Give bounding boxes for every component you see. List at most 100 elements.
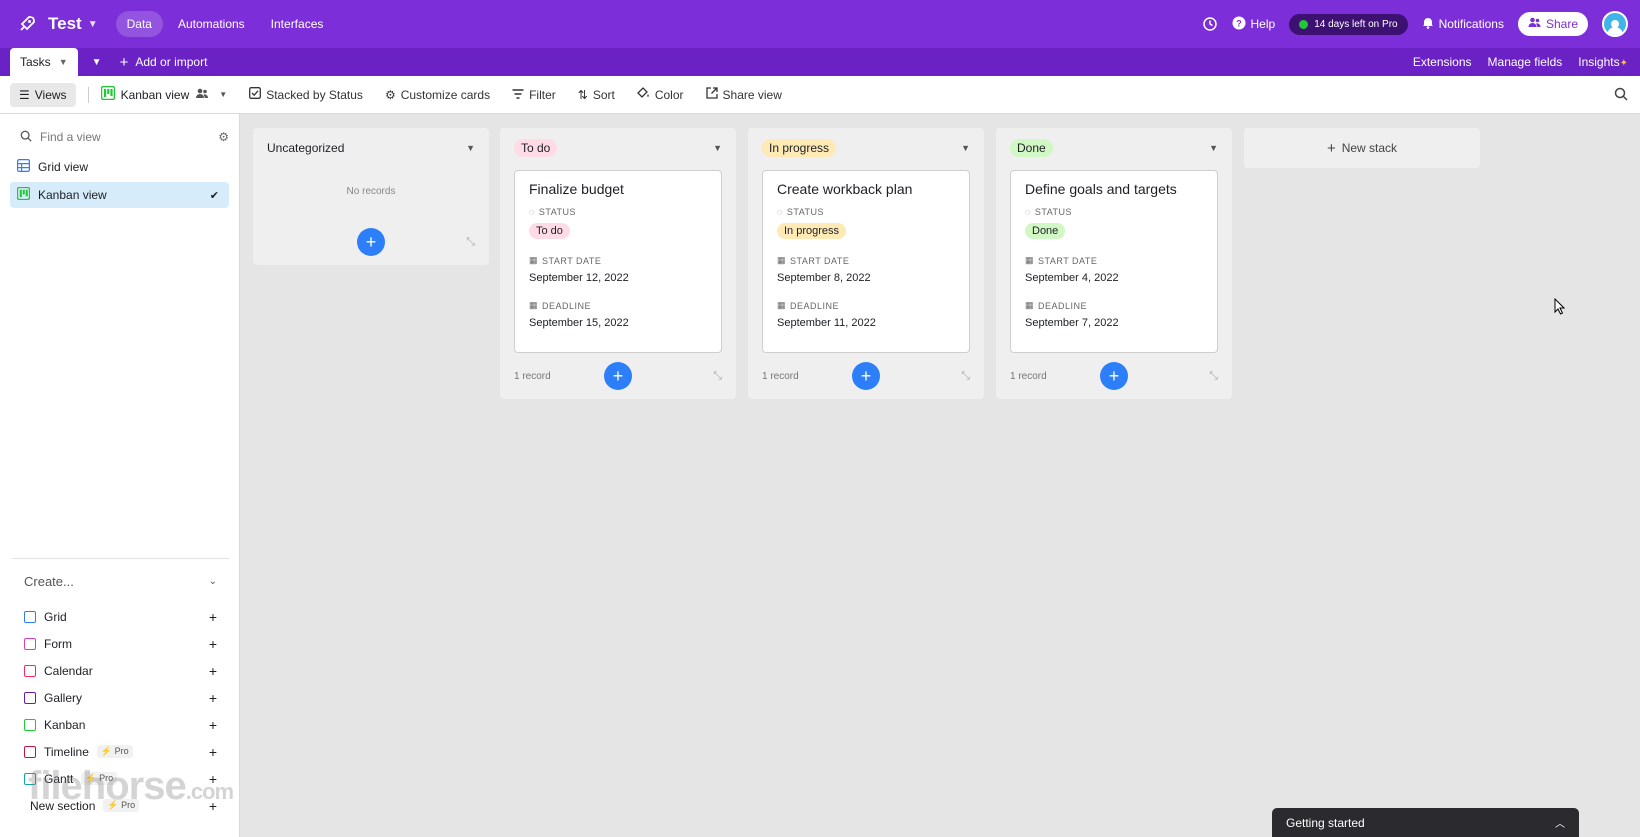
find-view-input[interactable]: Find a view ⚙ [20, 122, 229, 152]
base-name[interactable]: Test [48, 14, 82, 34]
stack-uncategorized: Uncategorized ▼ No records + ⤡ [253, 128, 489, 265]
add-record-button[interactable]: + [1100, 362, 1128, 390]
chevron-down-icon[interactable]: ▼ [88, 19, 98, 30]
collapse-icon[interactable]: ⤡ [466, 236, 475, 249]
trial-badge[interactable]: 14 days left on Pro [1289, 13, 1408, 35]
create-calendar[interactable]: Calendar + [12, 657, 229, 684]
status-badge: Done [1010, 139, 1053, 157]
record-card[interactable]: Define goals and targets ◌ STATUS Done ▦ S… [1010, 170, 1218, 353]
create-header[interactable]: Create... ⌄ [12, 559, 229, 603]
chevron-down-icon[interactable]: ⌄ [209, 576, 217, 587]
add-record-button[interactable]: + [357, 228, 385, 256]
add-or-import-button[interactable]: + Add or import [120, 48, 208, 76]
kanban-icon [100, 85, 115, 103]
empty-state: No records [346, 186, 396, 197]
extensions-button[interactable]: Extensions [1413, 55, 1472, 69]
plus-icon: + [1326, 139, 1336, 157]
create-form[interactable]: Form + [12, 630, 229, 657]
stacked-by-button[interactable]: Stacked by Status [249, 87, 363, 102]
collapse-icon[interactable]: ⤡ [1209, 370, 1218, 383]
chevron-down-icon[interactable]: ▼ [219, 90, 227, 99]
plus-icon[interactable]: + [209, 636, 217, 652]
caret-down-icon[interactable]: ▼ [713, 143, 722, 153]
plus-icon[interactable]: + [209, 690, 217, 706]
share-view-button[interactable]: Share view [705, 87, 782, 102]
share-out-icon [705, 87, 718, 102]
help-button[interactable]: ? Help [1232, 16, 1275, 33]
current-view-button[interactable]: Kanban view ▼ [100, 85, 227, 103]
record-card[interactable]: Create workback plan ◌ STATUS In progress… [762, 170, 970, 353]
caret-down-icon[interactable]: ▼ [1209, 143, 1218, 153]
plus-icon[interactable]: + [209, 717, 217, 733]
create-timeline[interactable]: Timeline ⚡ Pro + [12, 738, 229, 765]
color-button[interactable]: Color [636, 87, 684, 102]
chevron-up-icon[interactable]: ︿ [1555, 815, 1565, 830]
filehorse-watermark: filehorse.com [28, 764, 234, 809]
views-button[interactable]: ☰ Views [10, 82, 76, 107]
stack-footer: 1 record + ⤡ [500, 353, 736, 399]
insights-button[interactable]: Insights✦ [1578, 55, 1628, 69]
sparkle-icon: ✦ [1619, 58, 1628, 69]
create-item-label: Gallery [44, 690, 83, 705]
getting-started-label: Getting started [1286, 815, 1365, 830]
create-item-label: Kanban [44, 717, 86, 732]
rocket-logo-icon[interactable] [16, 13, 38, 35]
sort-button[interactable]: ⇅ Sort [578, 88, 615, 102]
nav-data[interactable]: Data [115, 11, 163, 37]
top-bar: Test ▼ Data Automations Interfaces ? Hel… [0, 0, 1640, 48]
chevron-down-icon[interactable]: ▼ [59, 57, 68, 67]
collapse-icon[interactable]: ⤡ [961, 370, 970, 383]
customize-cards-label: Customize cards [400, 87, 491, 102]
record-card[interactable]: Finalize budget ◌ STATUS To do ▦ START DAT… [514, 170, 722, 353]
deadline-value: September 7, 2022 [1025, 317, 1119, 329]
timeline-icon [24, 745, 36, 758]
sidebar-item-kanban-view[interactable]: Kanban view ✔ [10, 182, 229, 208]
create-grid[interactable]: Grid + [12, 603, 229, 630]
status-badge: To do [529, 223, 570, 239]
field-label-status: ◌ STATUS [1025, 207, 1203, 217]
gear-icon[interactable]: ⚙ [218, 130, 229, 144]
svg-text:?: ? [1236, 18, 1242, 28]
new-stack-button[interactable]: + New stack [1244, 128, 1480, 168]
create-gallery[interactable]: Gallery + [12, 684, 229, 711]
history-icon[interactable] [1202, 16, 1218, 32]
plus-icon[interactable]: + [209, 663, 217, 679]
create-kanban[interactable]: Kanban + [12, 711, 229, 738]
calendar-icon [24, 664, 36, 677]
field-label-status: ◌ STATUS [777, 207, 955, 217]
tab-tasks[interactable]: Tasks ▼ [10, 48, 78, 76]
field-label-text: START DATE [790, 255, 850, 266]
notifications-label: Notifications [1438, 17, 1504, 31]
filter-button[interactable]: Filter [512, 88, 556, 102]
calendar-field-icon: ▦ [1025, 255, 1035, 265]
field-label-text: DEADLINE [1038, 300, 1088, 311]
create-item-label: Timeline [44, 744, 89, 759]
getting-started-panel[interactable]: Getting started ︿ [1272, 808, 1579, 837]
caret-down-icon[interactable]: ▼ [961, 143, 970, 153]
avatar[interactable] [1602, 11, 1628, 37]
start-date-value: September 4, 2022 [1025, 272, 1119, 284]
mouse-cursor-icon [1554, 297, 1566, 318]
calendar-field-icon: ▦ [777, 300, 787, 310]
stack-footer: + ⤡ [253, 219, 489, 265]
nav-automations[interactable]: Automations [167, 11, 256, 37]
customize-cards-button[interactable]: ⚙ Customize cards [385, 88, 490, 102]
caret-down-icon[interactable]: ▼ [466, 143, 475, 153]
pro-badge: ⚡ Pro [96, 745, 133, 758]
status-field-icon: ◌ [1025, 207, 1031, 217]
start-date-value: September 8, 2022 [777, 272, 871, 284]
notifications-button[interactable]: Notifications [1422, 16, 1504, 32]
plus-icon[interactable]: + [209, 744, 217, 760]
search-icon[interactable] [1614, 87, 1628, 104]
nav-interfaces[interactable]: Interfaces [260, 11, 335, 37]
calendar-field-icon: ▦ [1025, 300, 1035, 310]
add-record-button[interactable]: + [604, 362, 632, 390]
sidebar-item-grid-view[interactable]: Grid view [10, 154, 229, 180]
views-label: Views [34, 87, 67, 102]
all-tables-chevron-icon[interactable]: ▼ [84, 48, 110, 76]
manage-fields-button[interactable]: Manage fields [1488, 55, 1563, 69]
collapse-icon[interactable]: ⤡ [713, 370, 722, 383]
plus-icon[interactable]: + [209, 609, 217, 625]
add-record-button[interactable]: + [852, 362, 880, 390]
share-button[interactable]: Share [1517, 12, 1588, 36]
